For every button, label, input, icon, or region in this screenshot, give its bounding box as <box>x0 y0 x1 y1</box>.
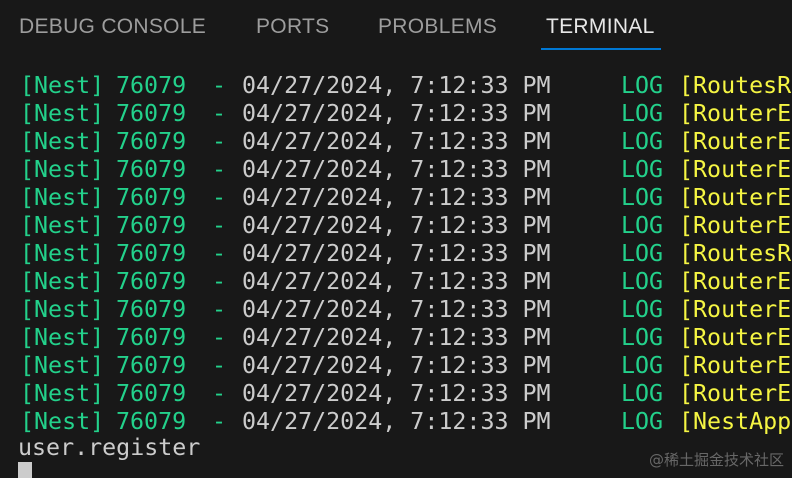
log-timestamp: 04/27/2024, 7:12:33 PM <box>242 100 551 127</box>
tab-ports[interactable]: PORTS <box>256 15 329 39</box>
log-context: [RouterEx <box>679 296 792 323</box>
panel-tab-bar: DEBUG CONSOLE PORTS PROBLEMS TERMINAL <box>0 0 792 56</box>
log-prefix: [Nest] <box>20 156 105 183</box>
log-level: LOG <box>621 268 664 295</box>
log-context: [NestApp <box>679 408 792 435</box>
log-pid: 76079 <box>116 268 187 295</box>
log-prefix: [Nest] <box>20 240 105 267</box>
log-pid: 76079 <box>116 240 187 267</box>
log-prefix: [Nest] <box>20 268 105 295</box>
log-dash: - <box>212 324 227 351</box>
active-tab-indicator <box>541 48 661 50</box>
log-level: LOG <box>621 184 664 211</box>
log-pid: 76079 <box>116 128 187 155</box>
log-context: [RouterEx <box>679 324 792 351</box>
log-timestamp: 04/27/2024, 7:12:33 PM <box>242 296 551 323</box>
terminal-output-line: user.register <box>18 434 201 461</box>
log-prefix: [Nest] <box>20 72 105 99</box>
terminal-cursor <box>18 462 32 478</box>
log-context: [RouterEx <box>679 352 792 379</box>
log-dash: - <box>212 380 227 407</box>
watermark: @稀土掘金技术社区 <box>648 451 784 469</box>
log-dash: - <box>212 128 227 155</box>
log-level: LOG <box>621 380 664 407</box>
log-timestamp: 04/27/2024, 7:12:33 PM <box>242 128 551 155</box>
log-context: [RouterEx <box>679 100 792 127</box>
log-prefix: [Nest] <box>20 380 105 407</box>
log-timestamp: 04/27/2024, 7:12:33 PM <box>242 240 551 267</box>
log-context: [RouterEx <box>679 128 792 155</box>
log-level: LOG <box>621 72 664 99</box>
log-context: [RoutesRe <box>679 72 792 99</box>
log-timestamp: 04/27/2024, 7:12:33 PM <box>242 184 551 211</box>
log-dash: - <box>212 156 227 183</box>
log-pid: 76079 <box>116 72 187 99</box>
log-timestamp: 04/27/2024, 7:12:33 PM <box>242 352 551 379</box>
tab-terminal[interactable]: TERMINAL <box>546 15 655 39</box>
tab-problems[interactable]: PROBLEMS <box>378 15 497 39</box>
log-timestamp: 04/27/2024, 7:12:33 PM <box>242 324 551 351</box>
log-prefix: [Nest] <box>20 324 105 351</box>
log-level: LOG <box>621 240 664 267</box>
log-dash: - <box>212 100 227 127</box>
log-timestamp: 04/27/2024, 7:12:33 PM <box>242 156 551 183</box>
log-dash: - <box>212 212 227 239</box>
log-level: LOG <box>621 212 664 239</box>
log-dash: - <box>212 352 227 379</box>
log-pid: 76079 <box>116 296 187 323</box>
log-context: [RouterEx <box>679 380 792 407</box>
log-pid: 76079 <box>116 212 187 239</box>
log-prefix: [Nest] <box>20 296 105 323</box>
log-timestamp: 04/27/2024, 7:12:33 PM <box>242 268 551 295</box>
log-dash: - <box>212 240 227 267</box>
log-pid: 76079 <box>116 408 187 435</box>
log-context: [RouterEx <box>679 268 792 295</box>
log-pid: 76079 <box>116 352 187 379</box>
terminal-output[interactable]: [Nest] 76079-04/27/2024, 7:12:33 PM LOG [Ro… <box>0 60 792 478</box>
log-dash: - <box>212 72 227 99</box>
log-dash: - <box>212 268 227 295</box>
log-dash: - <box>212 408 227 435</box>
log-prefix: [Nest] <box>20 100 105 127</box>
log-context: [RoutesRe <box>679 240 792 267</box>
log-prefix: [Nest] <box>20 128 105 155</box>
log-level: LOG <box>621 296 664 323</box>
log-level: LOG <box>621 128 664 155</box>
log-timestamp: 04/27/2024, 7:12:33 PM <box>242 212 551 239</box>
tab-debug-console[interactable]: DEBUG CONSOLE <box>19 15 206 39</box>
log-context: [RouterEx <box>679 212 792 239</box>
log-timestamp: 04/27/2024, 7:12:33 PM <box>242 72 551 99</box>
log-pid: 76079 <box>116 324 187 351</box>
log-pid: 76079 <box>116 380 187 407</box>
log-level: LOG <box>621 324 664 351</box>
log-timestamp: 04/27/2024, 7:12:33 PM <box>242 408 551 435</box>
log-level: LOG <box>621 408 664 435</box>
log-pid: 76079 <box>116 156 187 183</box>
log-context: [RouterEx <box>679 156 792 183</box>
log-prefix: [Nest] <box>20 408 105 435</box>
log-timestamp: 04/27/2024, 7:12:33 PM <box>242 380 551 407</box>
log-level: LOG <box>621 100 664 127</box>
log-prefix: [Nest] <box>20 212 105 239</box>
log-pid: 76079 <box>116 100 187 127</box>
log-dash: - <box>212 296 227 323</box>
log-prefix: [Nest] <box>20 184 105 211</box>
log-level: LOG <box>621 156 664 183</box>
log-pid: 76079 <box>116 184 187 211</box>
log-level: LOG <box>621 352 664 379</box>
log-prefix: [Nest] <box>20 352 105 379</box>
log-dash: - <box>212 184 227 211</box>
log-context: [RouterEx <box>679 184 792 211</box>
